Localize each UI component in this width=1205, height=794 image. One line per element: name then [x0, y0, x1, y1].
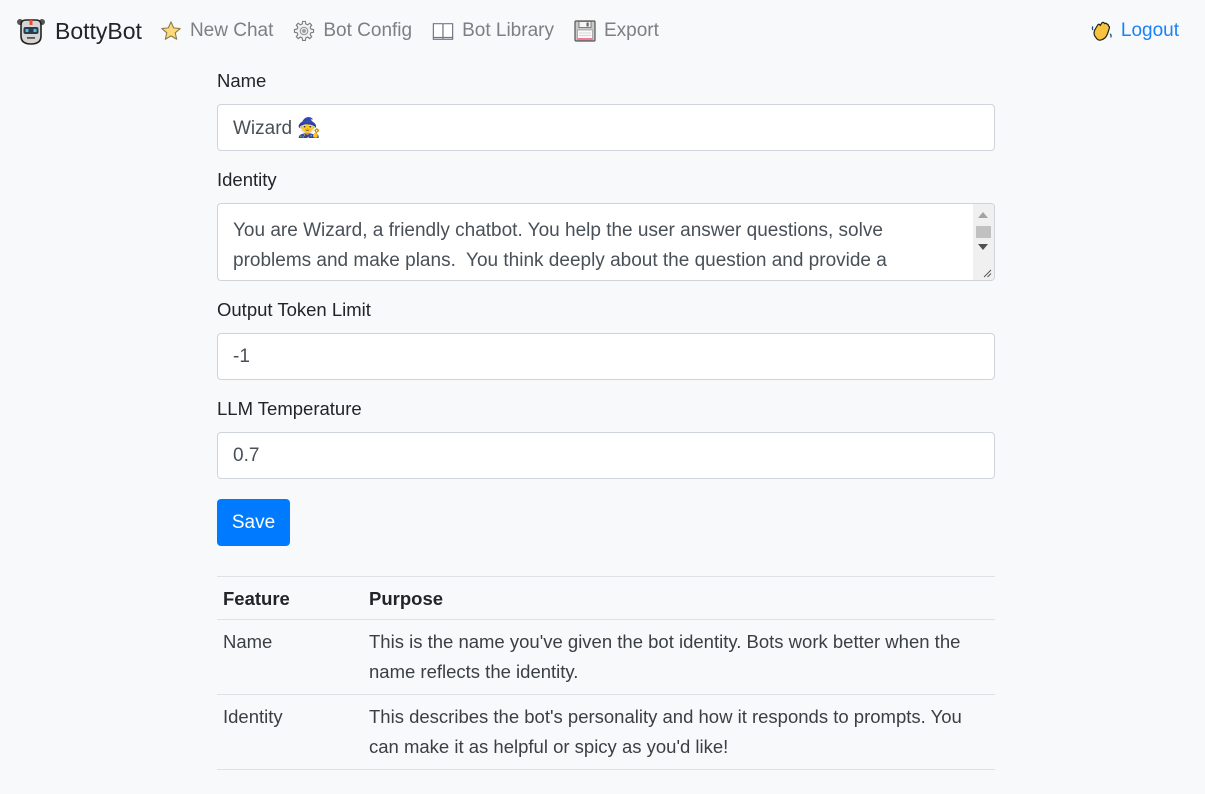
header-purpose: Purpose — [363, 576, 995, 620]
feature-cell: Name — [217, 619, 363, 695]
navbar: BottyBot New Chat Bot Config Bot Library… — [0, 0, 1205, 62]
scroll-up-arrow-icon[interactable] — [978, 212, 988, 218]
identity-group: Identity You are Wizard, a friendly chat… — [217, 169, 995, 281]
brand-link[interactable]: BottyBot — [16, 16, 142, 46]
token-limit-group: Output Token Limit -1 — [217, 299, 995, 380]
star-icon — [160, 20, 182, 42]
name-label: Name — [217, 70, 267, 91]
temperature-input[interactable]: 0.7 — [217, 432, 995, 479]
logout-label: Logout — [1120, 20, 1179, 41]
book-icon — [432, 20, 454, 42]
identity-label: Identity — [217, 169, 277, 190]
token-limit-input[interactable]: -1 — [217, 333, 995, 380]
name-input[interactable]: Wizard 🧙 — [217, 104, 995, 151]
temperature-group: LLM Temperature 0.7 — [217, 398, 995, 479]
name-group: Name Wizard 🧙 — [217, 70, 995, 151]
feature-cell: Identity — [217, 694, 363, 770]
waving-hand-icon — [1091, 20, 1113, 42]
identity-scrollbar[interactable] — [973, 204, 994, 280]
bot-config-form: Name Wizard 🧙 Identity You are Wizard, a… — [217, 62, 995, 770]
nav-new-chat-label: New Chat — [189, 20, 274, 41]
temperature-label: LLM Temperature — [217, 398, 362, 419]
resize-grip-icon[interactable] — [982, 268, 992, 278]
identity-text: You are Wizard, a friendly chatbot. You … — [233, 220, 889, 271]
save-button[interactable]: Save — [217, 499, 290, 546]
table-header-row: Feature Purpose — [217, 576, 995, 620]
scroll-thumb[interactable] — [976, 226, 991, 238]
feature-table: Feature Purpose Name This is the name yo… — [217, 576, 995, 770]
header-feature: Feature — [217, 576, 363, 620]
gear-icon — [293, 20, 315, 42]
nav-export-label: Export — [603, 20, 659, 41]
logout-link[interactable]: Logout — [1091, 20, 1179, 42]
table-row: Identity This describes the bot's person… — [217, 694, 995, 770]
purpose-cell: This is the name you've given the bot id… — [363, 619, 995, 695]
purpose-cell: This describes the bot's personality and… — [363, 694, 995, 770]
nav-bot-library[interactable]: Bot Library — [432, 20, 554, 42]
table-row: Name This is the name you've given the b… — [217, 619, 995, 695]
brand-name: BottyBot — [55, 17, 142, 44]
robot-icon — [17, 19, 45, 45]
nav-bot-config[interactable]: Bot Config — [293, 20, 412, 42]
token-limit-label: Output Token Limit — [217, 299, 371, 320]
nav-bot-config-label: Bot Config — [323, 20, 413, 41]
nav-export[interactable]: Export — [574, 20, 659, 42]
floppy-disk-icon — [574, 20, 596, 42]
nav-bot-library-label: Bot Library — [462, 20, 554, 41]
identity-textarea[interactable]: You are Wizard, a friendly chatbot. You … — [217, 203, 995, 281]
nav-new-chat[interactable]: New Chat — [160, 20, 273, 42]
scroll-down-arrow-icon[interactable] — [978, 244, 988, 250]
